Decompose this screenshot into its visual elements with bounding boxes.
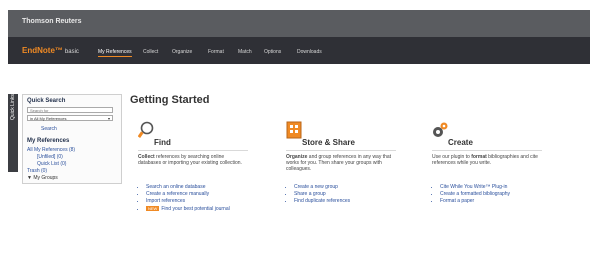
create-reference-link[interactable]: Create a reference manually — [146, 191, 258, 198]
all-references-link[interactable]: All My References (8) — [27, 147, 75, 153]
brand-name: Thomson Reuters — [22, 18, 82, 25]
divider — [138, 150, 248, 151]
gears-icon — [433, 122, 448, 137]
search-input[interactable] — [27, 107, 113, 113]
search-scope-select[interactable]: in All My References ▾ — [27, 115, 113, 121]
document-grid-icon — [286, 121, 302, 139]
create-group-link[interactable]: Create a new group — [294, 184, 406, 191]
trash-link[interactable]: Trash (0) — [27, 168, 47, 174]
create-bibliography-link[interactable]: Create a formatted bibliography — [440, 191, 552, 198]
format-paper-link[interactable]: Format a paper — [440, 198, 552, 205]
quick-links-tab[interactable]: Quick Links — [8, 94, 18, 172]
find-links: Search an online database Create a refer… — [138, 184, 258, 213]
main-nav: EndNote™ basic My References Collect Orga… — [8, 37, 590, 64]
tab-collect[interactable]: Collect — [143, 49, 158, 55]
quick-list-link[interactable]: Quick List (0) — [37, 161, 66, 167]
create-description: Use our plugin to format bibliographies … — [432, 154, 538, 166]
search-online-link[interactable]: Search an online database — [146, 184, 258, 191]
unfiled-link[interactable]: [Unfiled] (0) — [37, 154, 63, 160]
tab-options[interactable]: Options — [264, 49, 281, 55]
chevron-down-icon: ▾ — [107, 116, 110, 121]
magnifier-icon — [138, 121, 154, 139]
endnote-logo[interactable]: EndNote™ basic — [22, 46, 79, 55]
tab-format[interactable]: Format — [208, 49, 224, 55]
page-title: Getting Started — [130, 94, 210, 106]
new-badge: NEW — [146, 206, 160, 211]
triangle-down-icon: ▼ — [27, 175, 32, 181]
tab-downloads[interactable]: Downloads — [297, 49, 322, 55]
create-links: Cite While You Write™ Plug-in Create a f… — [432, 184, 552, 205]
find-duplicates-link[interactable]: Find duplicate references — [294, 198, 406, 205]
tab-my-references[interactable]: My References — [98, 49, 132, 57]
divider — [286, 150, 396, 151]
tab-match[interactable]: Match — [238, 49, 252, 55]
sidebar: Quick Search in All My References▾ Searc… — [22, 94, 122, 184]
tab-organize[interactable]: Organize — [172, 49, 192, 55]
store-share-heading: Store & Share — [302, 138, 355, 147]
find-journal-link[interactable]: NEWFind your best potential journal — [146, 205, 258, 213]
search-button[interactable]: Search — [41, 126, 57, 132]
my-groups-toggle[interactable]: ▼ My Groups — [27, 175, 58, 181]
quick-search-title: Quick Search — [27, 98, 66, 104]
top-header: Thomson Reuters — [8, 10, 590, 37]
find-heading: Find — [154, 138, 171, 147]
my-references-title: My References — [27, 138, 70, 144]
find-description: Collect references by searching online d… — [138, 154, 242, 166]
share-group-link[interactable]: Share a group — [294, 191, 406, 198]
divider — [432, 150, 542, 151]
create-heading: Create — [448, 138, 473, 147]
cwyw-plugin-link[interactable]: Cite While You Write™ Plug-in — [440, 184, 552, 191]
store-share-links: Create a new group Share a group Find du… — [286, 184, 406, 205]
store-share-description: Organize and group references in any way… — [286, 154, 392, 172]
import-references-link[interactable]: Import references — [146, 198, 258, 205]
